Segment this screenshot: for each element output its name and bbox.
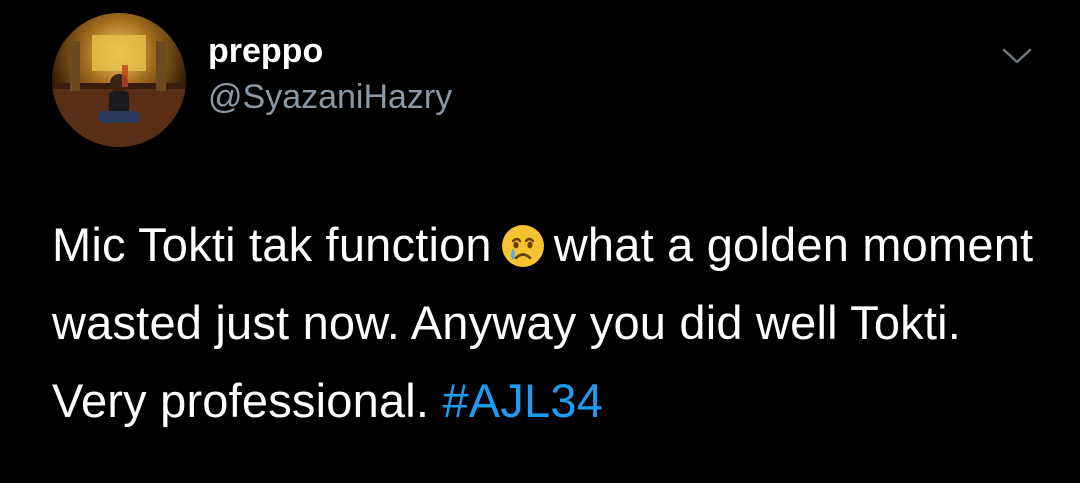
avatar[interactable] (52, 13, 186, 147)
user-names: preppo @SyazaniHazry (208, 31, 452, 119)
tweet-header: preppo @SyazaniHazry (52, 12, 452, 148)
tweet-text-part1: Mic Tokti tak function (52, 218, 492, 271)
crying-face-icon (500, 214, 546, 267)
avatar-photo (52, 13, 186, 147)
chevron-down-icon[interactable] (1000, 44, 1034, 68)
user-handle[interactable]: @SyazaniHazry (208, 75, 452, 119)
hashtag-link[interactable]: #AJL34 (442, 374, 603, 427)
tweet-card: preppo @SyazaniHazry Mic Tokti tak funct… (0, 0, 1080, 483)
tweet-text: Mic Tokti tak function what a golden mom… (52, 206, 1042, 440)
display-name[interactable]: preppo (208, 31, 452, 71)
